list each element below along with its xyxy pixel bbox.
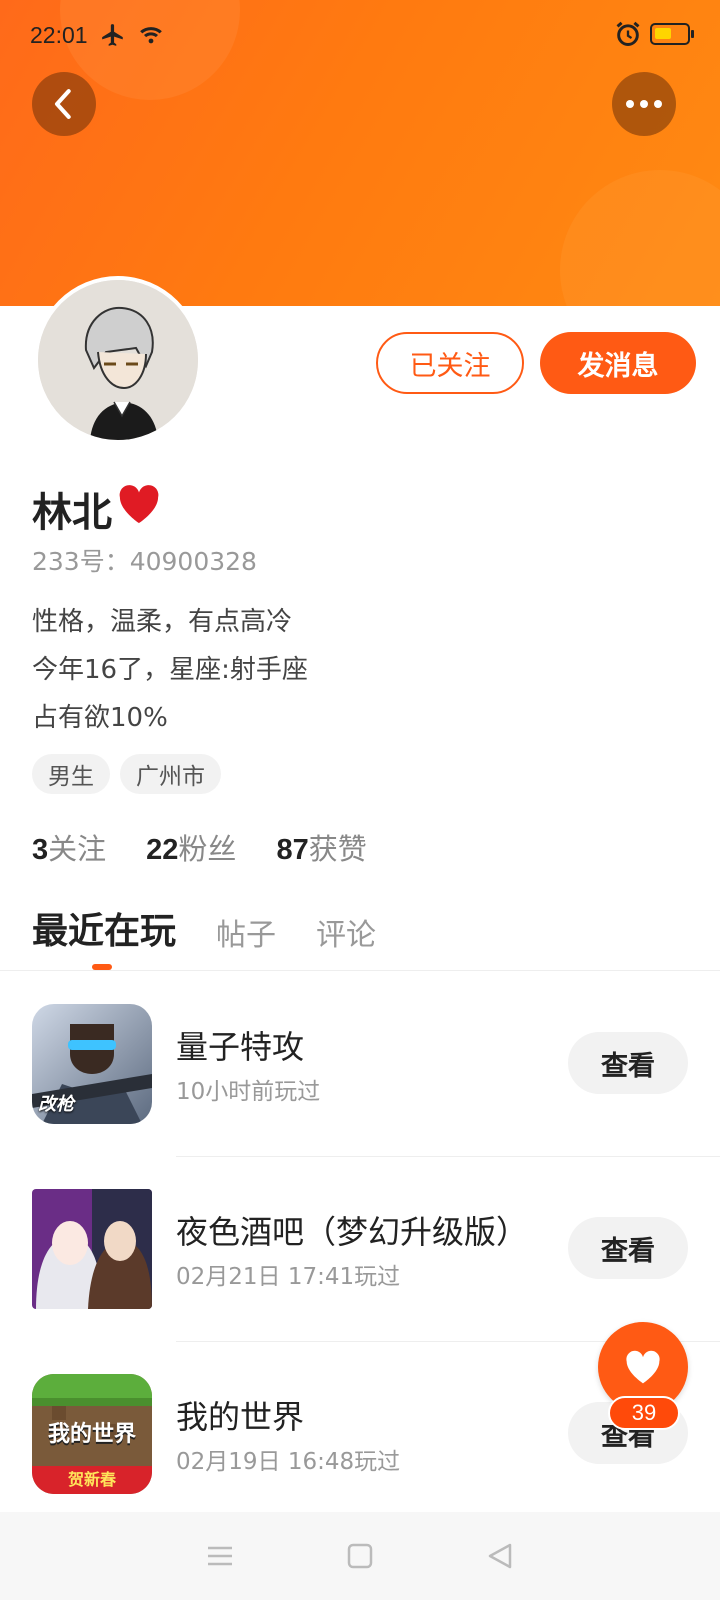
list-item[interactable]: 夜色酒吧（梦幻升级版） 02月21日 17:41玩过 查看 xyxy=(0,1157,720,1342)
game-icon-quantum: 改枪 xyxy=(32,1004,152,1124)
bio-line: 今年16了，星座:射手座 xyxy=(32,655,308,685)
game-icon-minecraft: 我的世界 贺新春 xyxy=(32,1374,152,1494)
heart-emoji xyxy=(116,483,162,535)
game-name: 量子特攻 xyxy=(176,1028,305,1066)
view-button[interactable]: 查看 xyxy=(568,1032,688,1094)
banner-decoration xyxy=(560,170,720,306)
stat-following-count: 3 xyxy=(32,834,49,866)
status-bar: 22:01 xyxy=(0,0,720,70)
game-name: 夜色酒吧（梦幻升级版） xyxy=(176,1213,529,1251)
game-icon-subtitle: 贺新春 xyxy=(67,1470,116,1489)
stat-following-label: 关注 xyxy=(48,832,107,866)
game-name: 我的世界 xyxy=(176,1398,305,1436)
game-artwork xyxy=(32,1189,152,1309)
home-nav-button[interactable] xyxy=(330,1526,390,1586)
game-last-played: 02月21日 17:41玩过 xyxy=(176,1264,401,1290)
send-message-button[interactable]: 发消息 xyxy=(540,332,696,394)
avatar[interactable] xyxy=(34,276,202,444)
stat-likes-count: 87 xyxy=(276,834,309,866)
wifi-icon xyxy=(140,27,162,44)
username-text: 林北 xyxy=(32,490,112,536)
profile-stats: 3关注 22粉丝 87获赞 xyxy=(32,826,367,868)
game-last-played: 10小时前玩过 xyxy=(176,1079,321,1105)
bio-line: 占有欲10% xyxy=(32,703,168,733)
stat-following[interactable]: 3关注 xyxy=(32,826,106,868)
bio: 性格，温柔，有点高冷 今年16了，星座:射手座 占有欲10% xyxy=(32,598,308,742)
profile-tabs: 最近在玩 帖子 评论 xyxy=(32,902,376,954)
airplane-mode-icon xyxy=(102,24,123,46)
home-square-icon xyxy=(347,1543,373,1569)
stat-followers-count: 22 xyxy=(146,834,179,866)
avatar-illustration xyxy=(38,280,198,440)
game-icon-title: 我的世界 xyxy=(47,1422,136,1447)
heart-icon xyxy=(626,1350,660,1384)
like-count-badge: 39 xyxy=(608,1396,680,1430)
divider xyxy=(0,970,720,971)
status-time: 22:01 xyxy=(30,22,88,48)
game-icon-label: 改枪 xyxy=(38,1094,74,1115)
system-nav-bar xyxy=(0,1512,720,1600)
more-dots-icon xyxy=(626,100,662,108)
profile-tags: 男生 广州市 xyxy=(32,754,221,794)
back-nav-button[interactable] xyxy=(470,1526,530,1586)
stat-followers[interactable]: 22粉丝 xyxy=(146,826,236,868)
followed-button[interactable]: 已关注 xyxy=(376,332,524,394)
stat-likes-label: 获赞 xyxy=(308,832,367,866)
more-button[interactable] xyxy=(612,72,676,136)
tab-recently-played[interactable]: 最近在玩 xyxy=(32,902,176,954)
menu-nav-button[interactable] xyxy=(190,1526,250,1586)
list-item[interactable]: 改枪 量子特攻 10小时前玩过 查看 xyxy=(0,972,720,1157)
tab-comments[interactable]: 评论 xyxy=(316,910,376,954)
bio-line: 性格，温柔，有点高冷 xyxy=(32,607,293,637)
tag-gender: 男生 xyxy=(32,754,110,794)
user-id: 233号：40900328 xyxy=(32,547,257,576)
stat-likes[interactable]: 87获赞 xyxy=(276,826,366,868)
battery-icon xyxy=(650,23,694,45)
heart-icon xyxy=(119,485,159,524)
username: 林北 xyxy=(32,480,162,538)
menu-icon xyxy=(208,1546,232,1566)
tab-posts[interactable]: 帖子 xyxy=(216,910,276,954)
alarm-icon xyxy=(616,21,640,46)
game-icon-night-bar xyxy=(32,1189,152,1309)
tag-city: 广州市 xyxy=(120,754,221,794)
back-button[interactable] xyxy=(32,72,96,136)
stat-followers-label: 粉丝 xyxy=(178,832,237,866)
game-list: 改枪 量子特攻 10小时前玩过 查看 夜色酒吧（梦幻升级版） 02月21日 17… xyxy=(0,972,720,1527)
back-triangle-icon xyxy=(488,1543,512,1569)
view-button[interactable]: 查看 xyxy=(568,1217,688,1279)
game-last-played: 02月19日 16:48玩过 xyxy=(176,1449,401,1475)
chevron-left-icon xyxy=(54,89,71,119)
